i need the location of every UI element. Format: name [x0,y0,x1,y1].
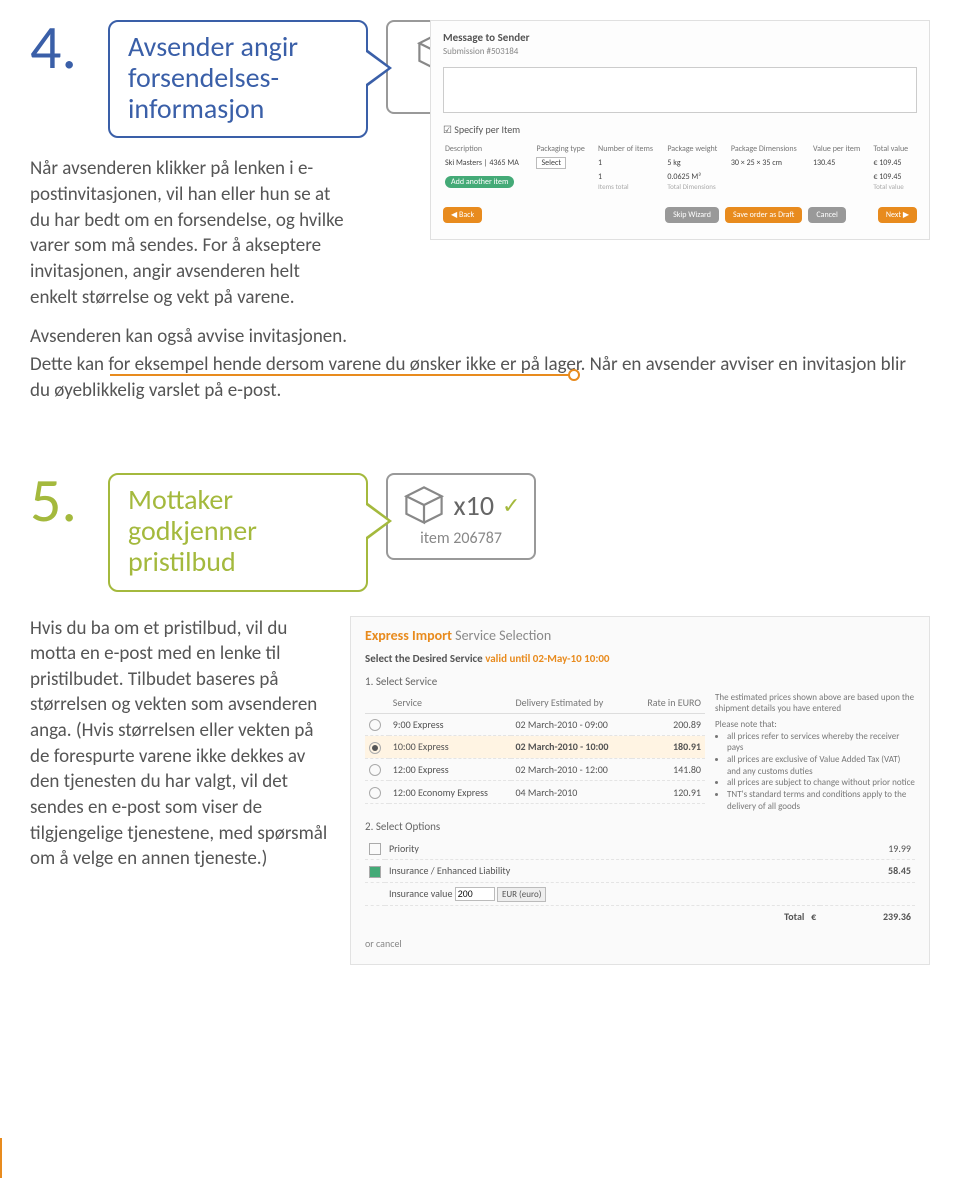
cancel-link[interactable]: or cancel [365,937,402,950]
ei-gray: Service Selection [455,627,551,644]
shot2-title: Express Import Service Selection [365,627,915,644]
th-valper: Value per item [811,142,871,156]
step5-title-bubble: Mottaker godkjenner pristilbud [108,473,368,591]
callout-line [110,374,570,376]
item-number: item 206787 [420,529,502,548]
th: Delivery Estimated by [511,692,631,714]
opt-val: 58.45 [888,864,911,877]
price-notes: The estimated prices shown above are bas… [715,692,915,813]
service-row[interactable]: 9:00 Express 02 March-2010 - 09:00 200.8… [365,713,705,736]
th: Rate in EURO [632,692,705,714]
left-accent-rule [0,1138,2,1178]
th-desc: Description [443,142,534,156]
th-weight: Package weight [665,142,729,156]
step4-para2: Avsenderen kan også avvise invitasjonen. [30,324,910,350]
check-icon: ✓ [502,492,520,519]
svc-name: 9:00 Express [389,713,512,736]
note-item: TNT's standard terms and conditions appl… [727,789,915,812]
svc-rate: 200.89 [632,713,705,736]
service-row[interactable]: 12:00 Economy Express 04 March-2010 120.… [365,781,705,804]
svc-rate: 120.91 [632,781,705,804]
total-val: 239.36 [820,905,915,927]
ins-lbl: Insurance value [389,887,452,900]
select-options-label: 2. Select Options [365,820,915,833]
th-total: Total value [871,142,917,156]
opt-name: Priority [385,837,820,859]
svc-name: 10:00 Express [389,736,512,759]
valid-until: Select the Desired Service valid until 0… [365,652,915,665]
step5-number: 5. [30,473,90,529]
svc-del: 02 March-2010 - 10:00 [515,740,608,753]
step5-count: x10 [454,488,495,523]
th: Service [389,692,512,714]
message-textarea[interactable] [443,67,917,113]
step4-title: Avsender angir forsendelses-informasjon [128,29,298,126]
note-hdr: The estimated prices shown above are bas… [715,692,915,715]
svc-del: 04 March-2010 [511,781,631,804]
svc-name: 12:00 Economy Express [389,781,512,804]
total-row: Total € 239.36 [365,905,915,927]
valid-lbl: Select the Desired Service [365,652,483,665]
th-num: Number of items [596,142,665,156]
step5-icon-box: x10 ✓ item 206787 [386,473,536,560]
package-icon [402,483,446,527]
currency-select[interactable]: EUR (euro) [497,887,547,902]
note-item: all prices are exclusive of Value Added … [727,754,915,777]
specify-label: Specify per Item [454,123,520,136]
step4-para1: Når avsenderen klikker på lenken i e-pos… [30,156,350,310]
radio[interactable] [369,742,381,754]
svc-del: 02 March-2010 - 12:00 [511,758,631,781]
ei-orange: Express Import [365,627,452,644]
select-service-label: 1. Select Service [365,675,915,688]
step5-title: Mottaker godkjenner pristilbud [128,482,257,579]
checkbox[interactable] [369,866,381,878]
step5-para: Hvis du ba om et pristilbud, vil du mott… [30,616,330,872]
option-row[interactable]: Priority 19.99 [365,837,915,859]
insurance-row: Insurance value EUR (euro) [365,882,915,905]
service-table: Service Delivery Estimated by Rate in EU… [365,692,705,804]
th-pkg: Packaging type [534,142,596,156]
radio[interactable] [369,719,381,731]
service-selection-screenshot: Express Import Service Selection Select … [350,616,930,965]
note-item: all prices are subject to change without… [727,777,915,789]
svc-rate: 180.91 [673,740,701,753]
note-item: all prices refer to services whereby the… [727,731,915,754]
checkbox[interactable] [369,843,381,855]
note-lbl: Please note that: [715,719,915,731]
svc-del: 02 March-2010 - 09:00 [511,713,631,736]
step4-para3: Dette kan for eksempel hende dersom vare… [30,352,910,403]
specify-per-item-checkbox[interactable]: ☑ Specify per Item [443,123,917,136]
opt-val: 19.99 [820,837,915,859]
total-cur: € [811,910,816,923]
svc-rate: 141.80 [632,758,705,781]
shot1-header: Message to Sender [443,31,917,44]
svc-name: 12:00 Express [389,758,512,781]
total-lbl: Total [784,910,804,923]
service-row[interactable]: 12:00 Express 02 March-2010 - 12:00 141.… [365,758,705,781]
step4-number: 4. [30,20,90,76]
insurance-value-input[interactable] [455,887,495,901]
radio[interactable] [369,764,381,776]
shot1-subheader: Submission #503184 [443,46,917,57]
option-row[interactable]: Insurance / Enhanced Liability 58.45 [365,860,915,883]
step4-title-bubble: Avsender angir forsendelses-informasjon [108,20,368,138]
th [365,692,389,714]
radio[interactable] [369,787,381,799]
valid-val: valid until 02-May-10 10:00 [485,652,609,665]
th-dim: Package Dimensions [729,142,811,156]
opt-name: Insurance / Enhanced Liability [385,860,820,883]
options-table: Priority 19.99 Insurance / Enhanced Liab… [365,837,915,926]
service-row[interactable]: 10:00 Express 02 March-2010 - 10:00 180.… [365,736,705,759]
